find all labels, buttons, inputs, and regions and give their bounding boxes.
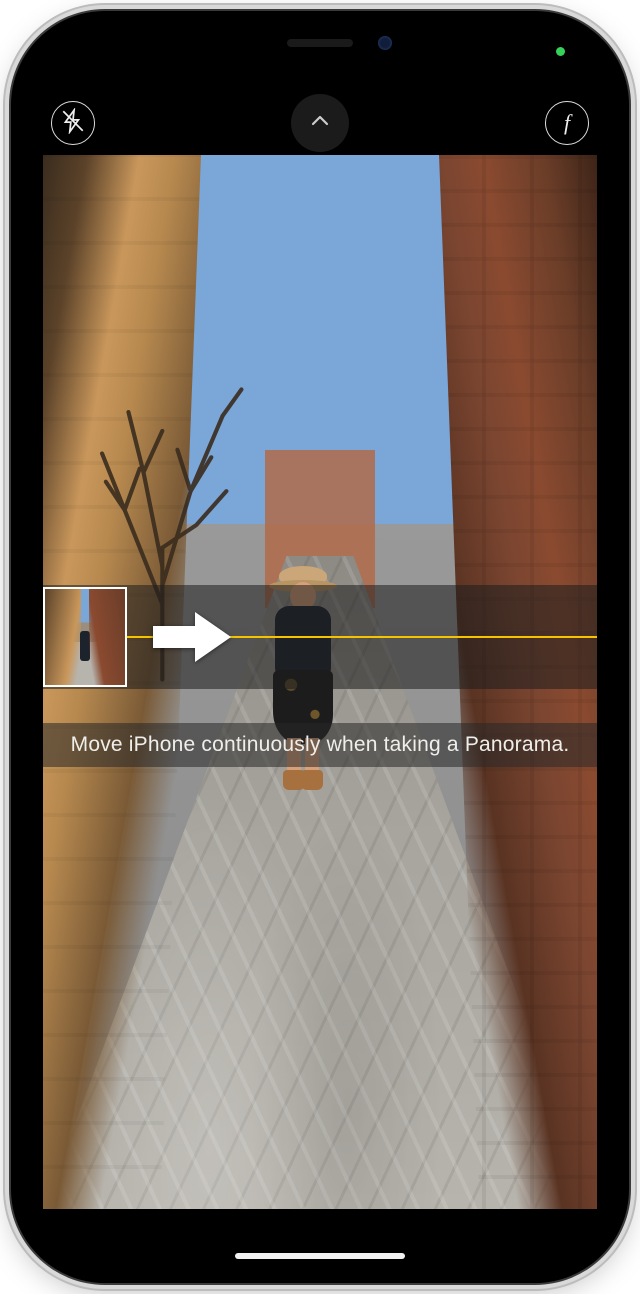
flash-off-icon <box>60 108 86 139</box>
camera-controls-expand-button[interactable] <box>291 94 349 152</box>
privacy-indicator-dot <box>556 47 565 56</box>
panorama-hint-text: Move iPhone continuously when taking a P… <box>71 733 570 756</box>
screen: f <box>25 25 615 1269</box>
f-number-button[interactable]: f <box>545 101 589 145</box>
panorama-hint-bar: Move iPhone continuously when taking a P… <box>43 723 597 767</box>
front-camera <box>378 36 392 50</box>
iphone-device-frame: f <box>11 11 629 1283</box>
notch <box>196 25 444 61</box>
camera-top-controls: f <box>25 95 615 151</box>
panorama-guide-strip[interactable] <box>43 585 597 689</box>
home-indicator[interactable] <box>235 1253 405 1259</box>
chevron-up-icon <box>308 109 332 138</box>
panorama-progress-thumbnail <box>43 587 127 687</box>
flash-toggle-button[interactable] <box>51 101 95 145</box>
f-number-icon: f <box>564 110 570 136</box>
earpiece-speaker <box>287 39 353 47</box>
camera-viewfinder[interactable]: Move iPhone continuously when taking a P… <box>43 155 597 1209</box>
arrow-right-icon <box>153 610 233 664</box>
